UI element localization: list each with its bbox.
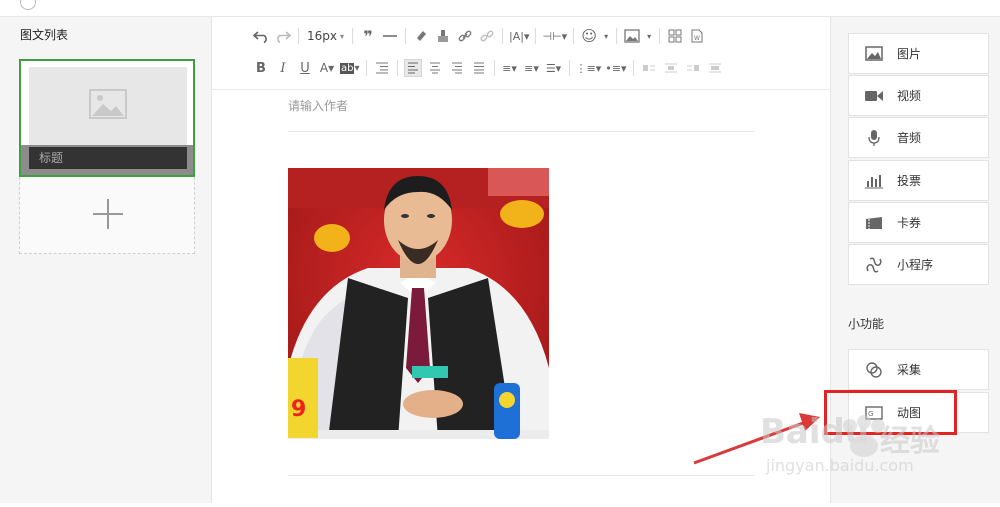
article-list-title: 图文列表 (20, 28, 69, 42)
paragraph-spacing-after-icon[interactable]: ≡▾ (523, 59, 541, 77)
italic-icon[interactable]: I (274, 59, 292, 77)
blockquote-icon[interactable]: ❞ (359, 27, 377, 46)
paragraph-spacing-before-icon[interactable]: ≡▾ (501, 59, 519, 77)
font-color-icon[interactable]: A▾ (318, 59, 336, 77)
article-card[interactable]: 标题 (19, 59, 195, 177)
divider (288, 475, 754, 476)
svg-text:W: W (694, 35, 700, 42)
align-right-icon[interactable] (448, 59, 466, 77)
line-height-icon[interactable]: ☰▾ (545, 59, 563, 77)
insert-image-button[interactable]: 图片 (848, 33, 989, 74)
float-left-icon[interactable] (640, 59, 658, 77)
font-size-select[interactable]: 16px (305, 27, 346, 45)
insert-video-button[interactable]: 视频 (848, 75, 989, 116)
article-title-bar: 标题 (21, 145, 193, 175)
mini-program-icon (863, 254, 885, 276)
redo-icon[interactable] (274, 27, 292, 45)
man-photo-illustration: 9 (288, 168, 549, 439)
link-icon[interactable] (456, 27, 474, 45)
author-input[interactable]: 请输入作者 (288, 97, 348, 114)
plus-icon (93, 199, 123, 229)
horizontal-rule-icon[interactable] (381, 27, 399, 45)
float-none-icon[interactable] (662, 59, 680, 77)
insert-coupon-label: 卡券 (897, 216, 922, 230)
divider (288, 131, 754, 132)
circle-icon[interactable] (20, 0, 36, 10)
video-icon (863, 85, 885, 107)
ordered-list-icon[interactable]: ⋮≡▾ (576, 59, 602, 77)
bar-chart-icon (863, 170, 885, 192)
word-document-icon[interactable]: W (688, 27, 706, 45)
align-left-icon[interactable] (403, 59, 422, 77)
add-article-button[interactable] (19, 177, 195, 254)
float-center-icon[interactable] (706, 59, 724, 77)
insert-audio-label: 音频 (897, 131, 922, 145)
microphone-icon (863, 127, 885, 149)
insert-mini-program-label: 小程序 (897, 258, 934, 272)
coupon-icon (863, 212, 885, 234)
format-painter-icon[interactable] (434, 27, 452, 45)
insert-coupon-button[interactable]: 卡券 (848, 202, 989, 243)
clear-format-icon[interactable] (412, 27, 430, 45)
svg-text:9: 9 (291, 397, 306, 422)
insert-vote-label: 投票 (897, 174, 922, 188)
insert-audio-button[interactable]: 音频 (848, 117, 989, 158)
unlink-icon[interactable] (478, 27, 496, 45)
emoji-dropdown-icon[interactable]: ▾ (602, 27, 610, 45)
insert-mini-program-button[interactable]: 小程序 (848, 244, 989, 285)
collect-icon (863, 359, 885, 381)
bold-icon[interactable]: B (252, 59, 270, 77)
highlight-box (824, 390, 957, 435)
align-center-icon[interactable] (426, 59, 444, 77)
undo-icon[interactable] (252, 27, 270, 45)
float-right-icon[interactable] (684, 59, 702, 77)
image-placeholder-icon (89, 89, 127, 119)
image-dropdown-icon[interactable]: ▾ (645, 27, 653, 45)
collect-label: 采集 (897, 363, 922, 377)
insert-image-icon[interactable] (623, 27, 641, 45)
article-thumbnail (29, 67, 187, 145)
small-functions-title: 小功能 (848, 317, 885, 331)
editor-toolbar: 16px ❞ |A|▾ ⊣⊢▾ ☺ ▾ (212, 17, 830, 90)
insert-vote-button[interactable]: 投票 (848, 160, 989, 201)
emoji-icon[interactable]: ☺ (580, 27, 598, 45)
article-list-panel: 图文列表 标题 (0, 17, 212, 503)
line-spacing-icon[interactable]: ⊣⊢▾ (542, 27, 567, 45)
align-justify-icon[interactable] (470, 59, 488, 77)
top-bar (0, 0, 1000, 17)
image-icon (863, 43, 885, 65)
article-title: 标题 (29, 147, 187, 169)
insert-video-label: 视频 (897, 89, 922, 103)
unordered-list-icon[interactable]: •≡▾ (605, 59, 626, 77)
editor-area: 16px ❞ |A|▾ ⊣⊢▾ ☺ ▾ (212, 17, 830, 503)
background-color-icon[interactable]: ab ▾ (340, 59, 360, 77)
underline-icon[interactable]: U (296, 59, 314, 77)
layout-template-icon[interactable] (666, 27, 684, 45)
collect-button[interactable]: 采集 (848, 349, 989, 390)
insert-image-label: 图片 (897, 47, 922, 61)
indent-icon[interactable] (373, 59, 391, 77)
inserted-gif-image[interactable]: 9 (288, 168, 549, 439)
letter-spacing-icon[interactable]: |A|▾ (509, 27, 529, 45)
